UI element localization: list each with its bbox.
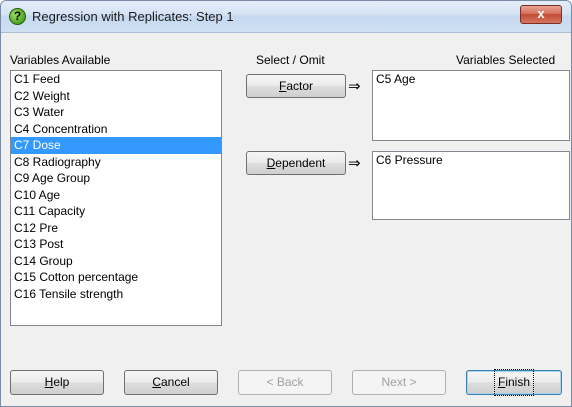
back-button-label: < Back [266,375,304,389]
dependent-arrow-icon: ⇒ [348,155,361,172]
select-omit-label: Select / Omit [256,53,325,67]
list-item[interactable]: C7 Dose [11,137,221,154]
list-item[interactable]: C1 Feed [11,71,221,88]
list-item[interactable]: C5 Age [373,71,569,88]
help-question-icon: ? [9,8,26,25]
cancel-button-label: Cancel [152,375,190,389]
title-bar[interactable]: ? Regression with Replicates: Step 1 x [1,1,571,33]
variables-selected-label: Variables Selected [456,53,556,67]
variables-available-list[interactable]: C1 Feed C2 Weight C3 Water C4 Concentration… [10,70,222,326]
list-item[interactable]: C11 Capacity [11,203,221,220]
list-item[interactable]: C12 Pre [11,220,221,237]
finish-button-label: Finish [493,369,535,396]
help-button-label: Help [44,375,70,389]
factor-button[interactable]: Factor [246,74,346,98]
close-button[interactable]: x [520,5,562,24]
list-item[interactable]: C14 Group [11,253,221,270]
list-item[interactable]: C6 Pressure [373,152,569,169]
help-button[interactable]: Help [10,370,104,395]
factor-arrow-icon: ⇒ [348,78,361,95]
list-item[interactable]: C4 Concentration [11,121,221,138]
dependent-button-label: Dependent [266,156,326,170]
dialog-body: Variables Available C1 Feed C2 Weight C3 W… [6,33,570,401]
dependent-selected-list[interactable]: C6 Pressure [372,151,570,220]
list-item[interactable]: C3 Water [11,104,221,121]
list-item[interactable]: C10 Age [11,187,221,204]
list-item[interactable]: C16 Tensile strength [11,286,221,303]
back-button[interactable]: < Back [238,370,332,395]
close-icon: x [537,6,545,21]
variables-available-label: Variables Available [10,53,111,67]
window-title: Regression with Replicates: Step 1 [32,9,234,24]
dependent-button[interactable]: Dependent [246,151,346,175]
cancel-button[interactable]: Cancel [124,370,218,395]
list-item[interactable]: C2 Weight [11,88,221,105]
factor-button-label: Factor [278,79,314,93]
list-item[interactable]: C8 Radiography [11,154,221,171]
factor-selected-list[interactable]: C5 Age [372,70,570,141]
list-item[interactable]: C15 Cotton percentage [11,269,221,286]
list-item[interactable]: C13 Post [11,236,221,253]
next-button[interactable]: Next > [352,370,446,395]
dialog-window: ? Regression with Replicates: Step 1 x V… [0,0,572,407]
list-item[interactable]: C9 Age Group [11,170,221,187]
next-button-label: Next > [381,375,417,389]
finish-button[interactable]: Finish [466,369,562,396]
